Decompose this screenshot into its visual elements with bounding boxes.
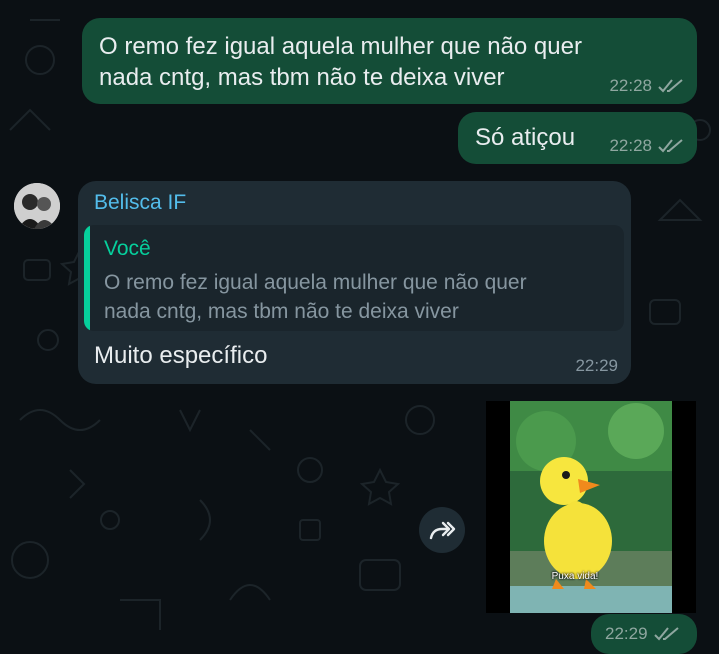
message-text: Muito específico (94, 342, 268, 369)
incoming-message[interactable]: Belisca IF Você O remo fez igual aquela … (78, 181, 631, 384)
gif-media[interactable]: Puxa vida! (486, 401, 696, 613)
outgoing-message[interactable]: O remo fez igual aquela mulher que não q… (82, 18, 697, 104)
double-check-icon (653, 627, 679, 641)
forward-button[interactable] (419, 507, 465, 553)
media-time-badge: 22:29 (591, 614, 697, 654)
avatar-image (14, 183, 60, 229)
double-check-icon (658, 79, 683, 93)
message-meta: 22:29 (575, 356, 618, 376)
contact-avatar[interactable] (14, 183, 60, 229)
message-time: 22:28 (609, 76, 652, 95)
message-meta: 22:28 (609, 136, 684, 156)
double-check-icon (658, 139, 683, 153)
quoted-message[interactable]: Você O remo fez igual aquela mulher que … (84, 225, 624, 331)
forward-arrow-icon (429, 521, 456, 540)
message-meta: 22:29 (605, 624, 680, 644)
quote-accent-bar (84, 225, 90, 331)
message-time: 22:29 (575, 356, 618, 375)
gif-caption: Puxa vida! (551, 571, 599, 582)
quoted-author: Você (104, 237, 151, 260)
quoted-text: O remo fez igual aquela mulher que não q… (104, 271, 527, 323)
message-time: 22:29 (605, 624, 648, 643)
outgoing-message[interactable]: Só atiçou 22:28 (458, 112, 697, 164)
message-text: Só atiçou (475, 124, 576, 151)
message-meta: 22:28 (609, 76, 684, 96)
message-text: O remo fez igual aquela mulher que não q… (99, 33, 582, 91)
sender-name[interactable]: Belisca IF (94, 191, 186, 215)
message-time: 22:28 (609, 136, 652, 155)
